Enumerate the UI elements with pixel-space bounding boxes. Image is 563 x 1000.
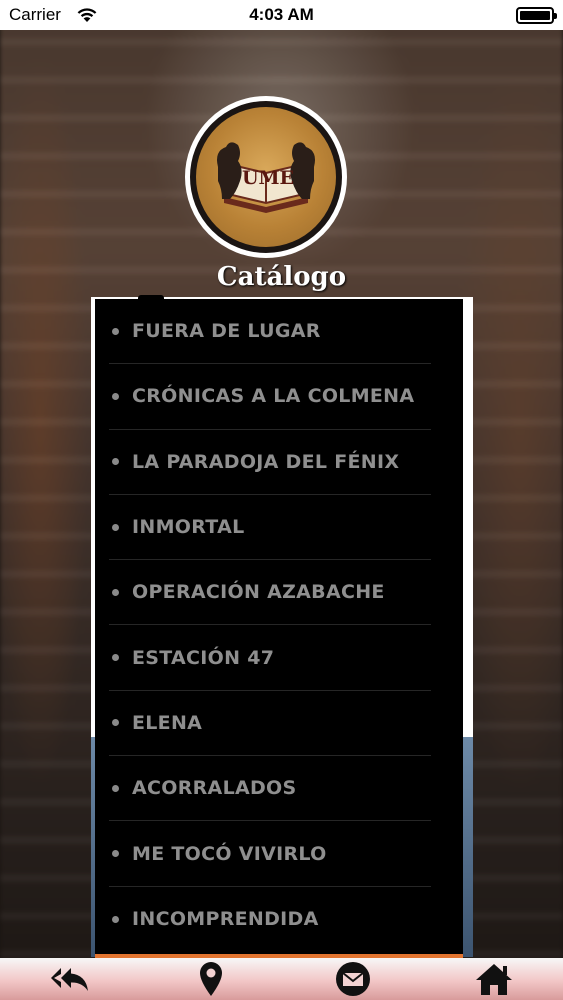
bullet-icon (112, 392, 119, 400)
reply-all-icon (51, 968, 88, 991)
bullet-icon (112, 458, 119, 466)
clock: 4:03 AM (249, 5, 314, 24)
list-item[interactable]: CRÓNICAS A LA COLMENA (109, 364, 431, 430)
list-item[interactable]: ELENA (109, 691, 431, 757)
list-item-label: OPERACIÓN AZABACHE (132, 581, 385, 604)
list-item[interactable]: FUERA DE LUGAR (109, 299, 431, 365)
bullet-icon (112, 523, 119, 531)
bullet-icon (112, 327, 119, 335)
map-pin-icon (200, 962, 222, 996)
list-item-label: ACORRALADOS (132, 777, 297, 800)
list-item-label: LA PARADOJA DEL FÉNIX (132, 450, 400, 473)
back-button[interactable] (40, 958, 100, 1000)
list-item-label: CRÓNICAS A LA COLMENA (132, 385, 415, 408)
home-button[interactable] (464, 958, 524, 1000)
bullet-icon (112, 784, 119, 792)
list-item-label: INMORTAL (132, 516, 245, 539)
list-item[interactable]: ME TOCÓ VIVIRLO (109, 821, 431, 887)
bullet-icon (112, 588, 119, 596)
list-item-label: INCOMPRENDIDA (132, 908, 319, 931)
bullet-icon (112, 850, 119, 858)
ume-logo: UME (185, 96, 347, 258)
location-button[interactable] (181, 958, 241, 1000)
list-item[interactable]: INMORTAL (109, 495, 431, 561)
catalog-list: FUERA DE LUGAR CRÓNICAS A LA COLMENA LA … (95, 299, 463, 952)
bullet-icon (112, 654, 119, 662)
status-bar: Carrier 4:03 AM (0, 0, 563, 30)
contact-button[interactable] (323, 958, 383, 1000)
bullet-icon (112, 719, 119, 727)
battery-icon (516, 7, 557, 24)
list-item[interactable]: LA PARADOJA DEL FÉNIX (109, 430, 431, 495)
list-item-label: ESTACIÓN 47 (132, 646, 275, 669)
bullet-icon (112, 915, 119, 923)
list-item-label: ELENA (132, 711, 203, 734)
home-icon (476, 964, 512, 995)
list-item[interactable]: ESTACIÓN 47 (109, 625, 431, 691)
list-item[interactable]: INCOMPRENDIDA (109, 887, 431, 952)
list-item-label: ME TOCÓ VIVIRLO (132, 842, 327, 865)
list-item[interactable]: ACORRALADOS (109, 756, 431, 822)
logo-text: UME (241, 167, 295, 189)
page-title: Catálogo (216, 262, 347, 292)
list-item-label: FUERA DE LUGAR (132, 320, 321, 343)
bottom-tab-bar (0, 958, 563, 1000)
mail-icon (336, 962, 370, 996)
catalog-list-panel[interactable]: FUERA DE LUGAR CRÓNICAS A LA COLMENA LA … (95, 299, 463, 954)
list-item[interactable]: OPERACIÓN AZABACHE (109, 560, 431, 626)
